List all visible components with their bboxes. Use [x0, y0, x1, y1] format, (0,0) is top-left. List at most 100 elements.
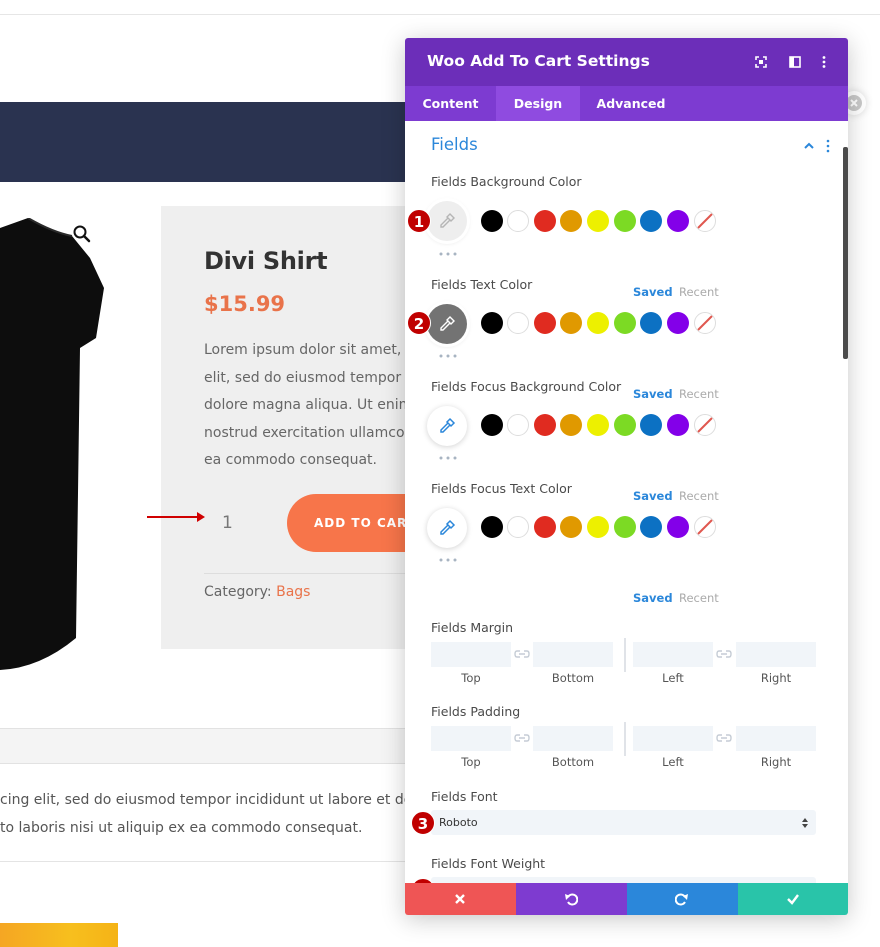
swatch-red[interactable]	[534, 414, 556, 436]
swatch-red[interactable]	[534, 312, 556, 334]
saved-tab[interactable]: Saved	[633, 387, 673, 401]
swatch-black[interactable]	[481, 210, 503, 232]
header-divider	[0, 14, 880, 15]
margin-top-input[interactable]	[431, 642, 511, 667]
description-line: nostrud exercitation ullamco lab	[204, 424, 414, 441]
swatch-black[interactable]	[481, 414, 503, 436]
margin-left-input[interactable]	[633, 642, 713, 667]
description-line: elit, sed do eiusmod tempor inc	[204, 369, 414, 386]
recent-tab[interactable]: Recent	[679, 591, 719, 605]
cancel-button[interactable]	[405, 883, 516, 915]
swatch-none[interactable]	[694, 516, 716, 538]
swatch-white[interactable]	[507, 210, 529, 232]
swatch-purple[interactable]	[667, 414, 689, 436]
saved-tab[interactable]: Saved	[633, 285, 673, 299]
more-options-icon[interactable]	[816, 54, 832, 70]
caption-top: Top	[461, 671, 481, 685]
swatch-yellow[interactable]	[587, 210, 609, 232]
swatch-blue[interactable]	[640, 414, 662, 436]
recent-tab[interactable]: Recent	[679, 489, 719, 503]
field-label: Fields Focus Text Color	[431, 481, 572, 496]
add-to-cart-button[interactable]: ADD TO CART	[287, 494, 421, 552]
undo-button[interactable]	[516, 883, 627, 915]
fullscreen-icon[interactable]	[753, 54, 769, 70]
color-picker-button[interactable]	[427, 304, 467, 344]
swatch-none[interactable]	[694, 312, 716, 334]
saved-tab[interactable]: Saved	[633, 489, 673, 503]
margin-right-input[interactable]	[736, 642, 816, 667]
swatch-white[interactable]	[507, 516, 529, 538]
margin-bottom-input[interactable]	[533, 642, 613, 667]
link-icon[interactable]	[514, 649, 530, 659]
link-icon[interactable]	[716, 733, 732, 743]
caption-bottom: Bottom	[551, 755, 595, 769]
swatch-black[interactable]	[481, 312, 503, 334]
more-dots-icon[interactable]	[439, 354, 457, 358]
swatch-red[interactable]	[534, 210, 556, 232]
section-more-icon[interactable]	[825, 139, 831, 153]
swatch-white[interactable]	[507, 312, 529, 334]
swatch-blue[interactable]	[640, 312, 662, 334]
link-icon[interactable]	[716, 649, 732, 659]
step-badge: 2	[407, 311, 431, 335]
tab-advanced[interactable]: Advanced	[580, 86, 682, 121]
split-view-icon[interactable]	[787, 54, 803, 70]
quantity-input[interactable]: 1	[222, 513, 233, 533]
swatch-blue[interactable]	[640, 516, 662, 538]
tab-design[interactable]: Design	[496, 86, 580, 121]
swatch-none[interactable]	[694, 414, 716, 436]
section-title[interactable]: Fields	[431, 135, 478, 154]
more-dots-icon[interactable]	[439, 456, 457, 460]
category-link[interactable]: Bags	[276, 584, 310, 600]
swatch-yellow[interactable]	[587, 414, 609, 436]
hero-band	[0, 102, 420, 182]
caption-top: Top	[461, 755, 481, 769]
color-picker-button[interactable]	[427, 201, 467, 241]
divider	[624, 638, 626, 672]
swatch-yellow[interactable]	[587, 312, 609, 334]
scrollbar[interactable]	[843, 147, 848, 359]
field-label: Fields Padding	[431, 704, 521, 719]
swatch-blue[interactable]	[640, 210, 662, 232]
chevron-up-icon[interactable]	[803, 141, 815, 151]
close-icon	[455, 894, 465, 904]
swatch-green[interactable]	[614, 210, 636, 232]
swatch-orange[interactable]	[560, 414, 582, 436]
redo-button[interactable]	[627, 883, 738, 915]
related-product-image	[0, 923, 118, 947]
swatch-red[interactable]	[534, 516, 556, 538]
swatch-white[interactable]	[507, 414, 529, 436]
padding-right-input[interactable]	[736, 726, 816, 751]
product-price: $15.99	[204, 292, 286, 316]
zoom-icon[interactable]	[72, 224, 92, 244]
color-picker-button[interactable]	[427, 406, 467, 446]
swatch-green[interactable]	[614, 414, 636, 436]
font-select[interactable]: Roboto	[431, 810, 816, 835]
swatch-yellow[interactable]	[587, 516, 609, 538]
swatch-purple[interactable]	[667, 312, 689, 334]
link-icon[interactable]	[514, 733, 530, 743]
recent-tab[interactable]: Recent	[679, 387, 719, 401]
more-dots-icon[interactable]	[439, 558, 457, 562]
swatch-none[interactable]	[694, 210, 716, 232]
swatch-green[interactable]	[614, 312, 636, 334]
padding-bottom-input[interactable]	[533, 726, 613, 751]
product-tabs-strip	[0, 728, 420, 764]
divider	[0, 861, 420, 862]
recent-tab[interactable]: Recent	[679, 285, 719, 299]
swatch-green[interactable]	[614, 516, 636, 538]
category-label: Category:	[204, 584, 272, 600]
saved-tab[interactable]: Saved	[633, 591, 673, 605]
swatch-orange[interactable]	[560, 312, 582, 334]
more-dots-icon[interactable]	[439, 252, 457, 256]
color-picker-button[interactable]	[427, 508, 467, 548]
swatch-orange[interactable]	[560, 210, 582, 232]
swatch-black[interactable]	[481, 516, 503, 538]
save-button[interactable]	[738, 883, 848, 915]
swatch-orange[interactable]	[560, 516, 582, 538]
padding-left-input[interactable]	[633, 726, 713, 751]
swatch-purple[interactable]	[667, 516, 689, 538]
tab-content[interactable]: Content	[405, 86, 496, 121]
swatch-purple[interactable]	[667, 210, 689, 232]
padding-top-input[interactable]	[431, 726, 511, 751]
